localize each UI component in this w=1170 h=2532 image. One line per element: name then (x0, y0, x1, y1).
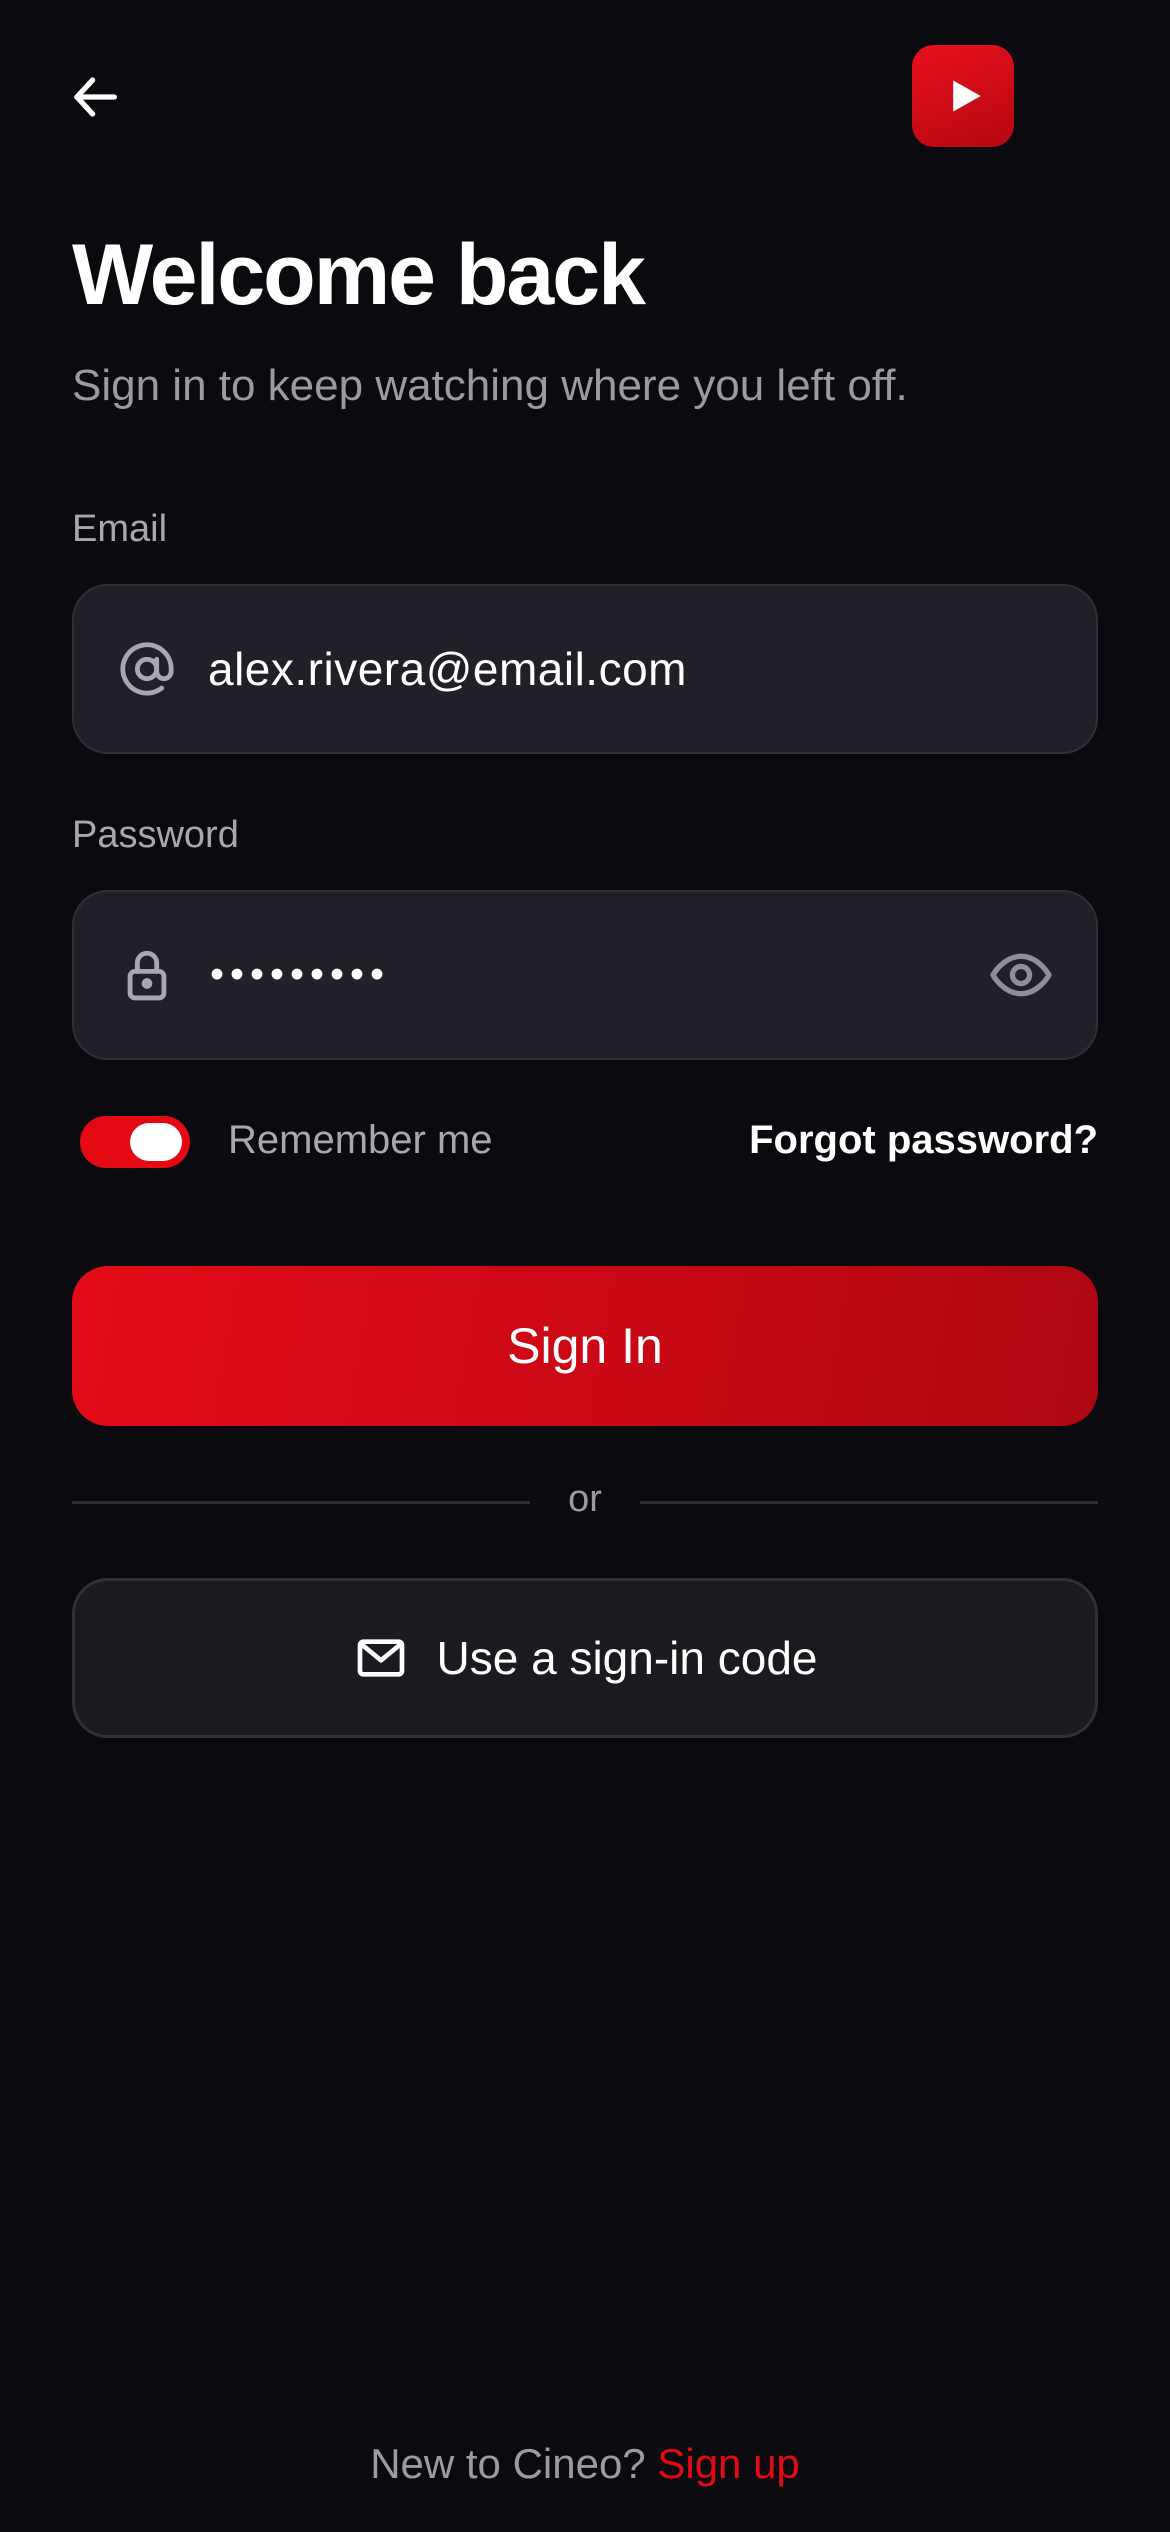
sign-in-code-label: Use a sign-in code (436, 1632, 818, 1684)
email-label: Email (72, 508, 168, 550)
remember-me-label: Remember me (228, 1118, 493, 1162)
email-value[interactable]: alex.rivera@email.com (208, 642, 687, 696)
divider-line-right (640, 1501, 1098, 1504)
divider-or: or (568, 1478, 602, 1520)
password-field[interactable]: ••••••••• (72, 890, 1098, 1060)
eye-icon (990, 953, 1052, 997)
page-title: Welcome back (72, 227, 646, 323)
email-field[interactable]: alex.rivera@email.com (72, 584, 1098, 754)
sign-in-screen: Welcome back Sign in to keep watching wh… (0, 0, 1170, 2532)
sign-in-button[interactable]: Sign In (72, 1266, 1098, 1426)
at-sign-icon (116, 638, 178, 700)
mail-icon (353, 1630, 409, 1686)
footer-prompt: New to Cineo? (370, 2440, 646, 2487)
arrow-left-icon (74, 77, 117, 117)
divider-line-left (72, 1501, 530, 1504)
brand-logo (912, 45, 1014, 147)
page-subtitle: Sign in to keep watching where you left … (72, 361, 908, 410)
back-button[interactable] (62, 64, 128, 130)
footer: New to Cineo? Sign up (0, 2440, 1170, 2488)
show-password-toggle[interactable] (986, 940, 1056, 1010)
lock-icon (116, 944, 178, 1006)
forgot-password-link[interactable]: Forgot password? (749, 1118, 1098, 1163)
password-value[interactable]: ••••••••• (210, 953, 390, 998)
sign-up-link[interactable]: Sign up (657, 2440, 799, 2487)
remember-me-toggle[interactable] (80, 1116, 190, 1168)
play-icon (953, 80, 981, 112)
sign-in-code-button[interactable]: Use a sign-in code (72, 1578, 1098, 1738)
toggle-knob (130, 1123, 182, 1161)
password-label: Password (72, 814, 239, 856)
